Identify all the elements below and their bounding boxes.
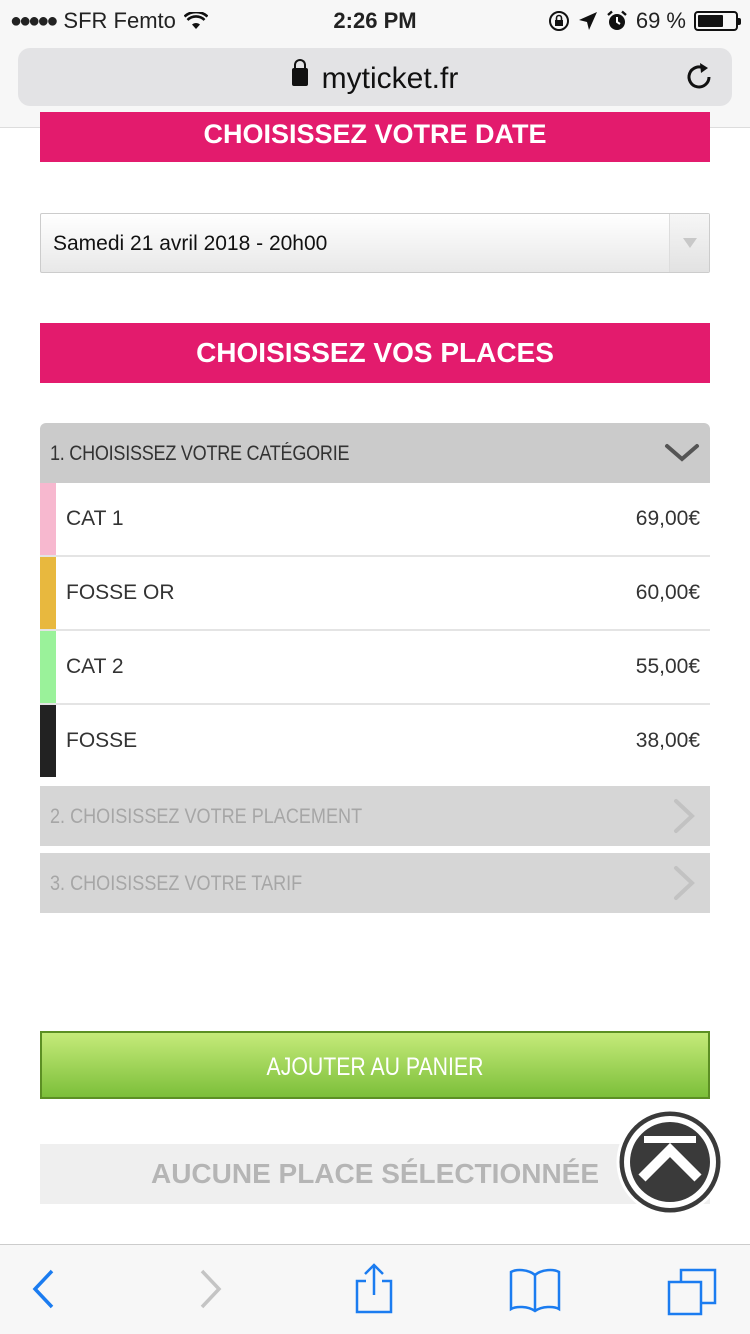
share-icon[interactable] [352,1263,396,1315]
status-right: 69 % [548,8,741,34]
chevron-right-icon [674,866,695,900]
step-category-label: 1. CHOISISSEZ VOTRE CATÉGORIE [50,442,350,465]
category-price: 55,00€ [635,655,700,678]
places-section-title: CHOISISSEZ VOS PLACES [196,337,554,368]
step-placement-label: 2. CHOISISSEZ VOTRE PLACEMENT [50,805,363,828]
category-price: 69,00€ [635,507,700,530]
places-section-header: CHOISISSEZ VOS PLACES [40,323,710,383]
chevron-left-icon[interactable] [30,1267,56,1311]
date-section-title: CHOISISSEZ VOTRE DATE [203,119,547,149]
step-category-header[interactable]: 1. CHOISISSEZ VOTRE CATÉGORIE [40,423,710,483]
address-bar[interactable]: myticket.fr [18,48,732,106]
battery-percent: 69 % [635,8,686,33]
chevron-right-icon [674,799,695,833]
chevron-right-icon[interactable] [198,1267,224,1311]
add-to-cart-label: AJOUTER AU PANIER [266,1053,484,1081]
rotation-lock-icon [548,11,569,31]
category-row[interactable]: FOSSE OR 60,00€ [40,557,710,631]
book-icon[interactable] [508,1267,562,1313]
category-name: FOSSE [66,729,138,752]
reload-icon[interactable] [682,60,716,94]
battery-icon [694,11,741,31]
step-tarif: 3. CHOISISSEZ VOTRE TARIF [40,853,710,913]
category-color-swatch [40,557,56,629]
step-placement: 2. CHOISISSEZ VOTRE PLACEMENT [40,786,710,846]
add-to-cart-button[interactable]: AJOUTER AU PANIER [40,1031,710,1099]
step-tarif-label: 3. CHOISISSEZ VOTRE TARIF [50,872,303,895]
category-color-swatch [40,483,56,555]
date-select[interactable]: Samedi 21 avril 2018 - 20h00 [40,213,710,273]
browser-toolbar [0,1244,750,1334]
chevron-down-icon [665,444,699,462]
category-row[interactable]: FOSSE 38,00€ [40,705,710,779]
battery-fill [698,15,723,27]
no-seat-selected-banner: AUCUNE PLACE SÉLECTIONNÉE [40,1144,710,1204]
alarm-icon [607,10,627,30]
category-price: 38,00€ [635,729,700,752]
scroll-to-top-icon[interactable] [614,1106,726,1218]
category-row[interactable]: CAT 1 69,00€ [40,483,710,557]
category-name: FOSSE OR [66,581,175,604]
dropdown-arrow-icon[interactable] [669,214,709,272]
url-display[interactable]: myticket.fr [18,59,732,96]
tabs-icon[interactable] [666,1267,718,1317]
category-color-swatch [40,631,56,703]
location-icon [578,12,597,30]
lock-icon [291,59,308,86]
category-color-swatch [40,705,56,777]
step-category[interactable]: 1. CHOISISSEZ VOTRE CATÉGORIE [40,423,710,483]
date-select-value: Samedi 21 avril 2018 - 20h00 [53,232,328,255]
category-row[interactable]: CAT 2 55,00€ [40,631,710,705]
category-name: CAT 2 [66,655,124,678]
category-name: CAT 1 [66,507,124,530]
status-bar: ●●●●● SFR Femto 2:26 PM 69 % [0,0,750,40]
url-text: myticket.fr [321,62,459,95]
category-list: CAT 1 69,00€ FOSSE OR 60,00€ CAT 2 55,00€ FOSS… [40,483,710,779]
no-seat-selected-label: AUCUNE PLACE SÉLECTIONNÉE [150,1158,600,1189]
category-price: 60,00€ [635,581,700,604]
date-section-header: CHOISISSEZ VOTRE DATE [40,112,710,162]
